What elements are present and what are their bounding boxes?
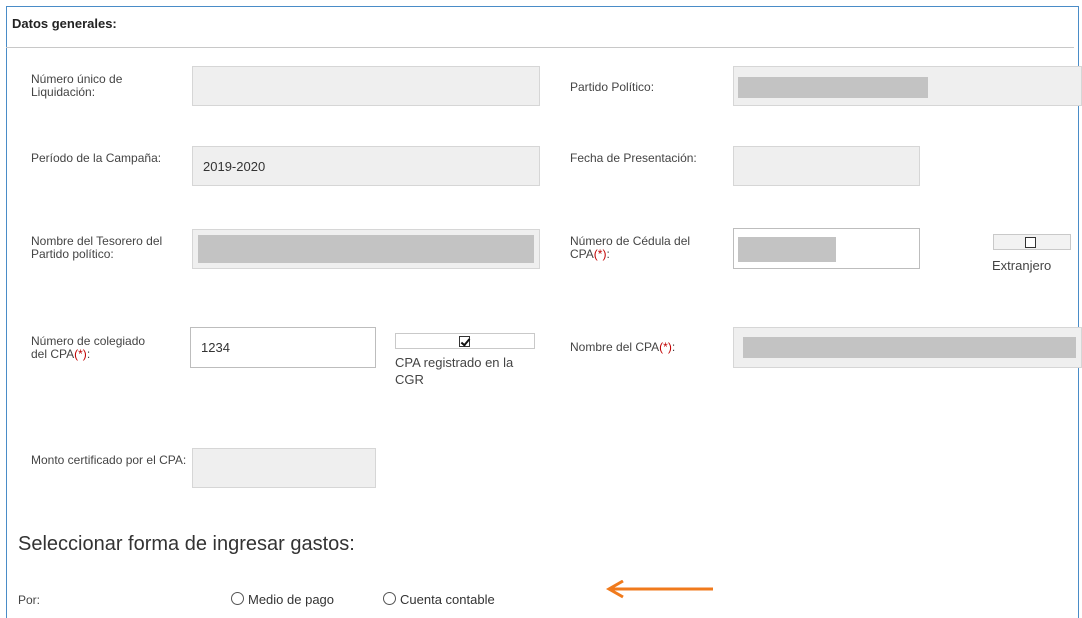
radio-cuenta-contable-label[interactable]: Cuenta contable [400,592,495,607]
title-divider [6,47,1074,48]
redacted-value [198,235,534,263]
periodo-campana-field[interactable]: 2019-2020 [192,146,540,186]
redacted-value [743,337,1076,358]
nombre-cpa-field[interactable] [733,327,1082,368]
nombre-tesorero-field[interactable] [192,229,540,269]
monto-certificado-field[interactable] [192,448,376,488]
label-colon: : [671,340,676,354]
extranjero-checkbox[interactable] [1025,237,1036,248]
label-cedula-cpa-line1: Número de Cédula del [570,234,691,248]
label-cedula-cpa-line2: CPA [570,247,594,261]
cpa-cgr-checkbox-wrap[interactable] [395,333,535,349]
redacted-value [738,237,836,262]
extranjero-label: Extranjero [992,258,1052,273]
label-colon: : [606,247,610,261]
label-colon: : [86,347,91,361]
cpa-cgr-label: CPA registrado en la CGR [395,355,514,387]
extranjero-checkbox-wrap[interactable] [993,234,1071,250]
radio-medio-de-pago-label[interactable]: Medio de pago [248,592,334,607]
label-numero-colegiado: Número de colegiado del CPA(*): [31,335,191,361]
radio-medio-de-pago[interactable] [231,592,244,605]
label-partido-politico: Partido Político: [570,80,655,94]
panel-title: Datos generales: [12,16,117,31]
label-nombre-cpa: Nombre del CPA(*): [570,341,730,354]
cedula-cpa-input[interactable] [733,228,920,269]
redacted-value [738,77,928,98]
label-colegiado-line1: Número de colegiado [31,334,146,348]
label-nombre-tesorero: Nombre del Tesorero del Partido político… [31,234,163,261]
fecha-presentacion-field[interactable] [733,146,920,186]
section-heading-gastos: Seleccionar forma de ingresar gastos: [18,533,355,555]
por-label: Por: [18,593,41,607]
label-cedula-cpa: Número de Cédula del CPA(*): [570,235,740,261]
label-numero-liquidacion: Número único de Liquidación: [31,72,123,99]
required-marker: (*) [593,247,607,261]
arrow-annotation-icon [605,580,713,599]
label-colegiado-line2: del CPA [31,347,75,361]
numero-colegiado-input[interactable]: 1234 [190,327,376,368]
label-fecha-presentacion: Fecha de Presentación: [570,151,697,165]
numero-colegiado-value: 1234 [201,340,230,355]
required-marker: (*) [74,347,87,361]
periodo-campana-value: 2019-2020 [203,159,266,174]
numero-liquidacion-field[interactable] [192,66,540,106]
label-periodo-campana: Período de la Campaña: [31,151,162,165]
label-nombre-cpa-text: Nombre del CPA [570,340,660,354]
required-marker: (*) [659,340,672,354]
radio-cuenta-contable[interactable] [383,592,396,605]
cpa-cgr-checkbox[interactable] [459,336,470,347]
partido-politico-field[interactable] [733,66,1082,106]
label-monto-certificado: Monto certificado por el CPA: [31,453,187,467]
